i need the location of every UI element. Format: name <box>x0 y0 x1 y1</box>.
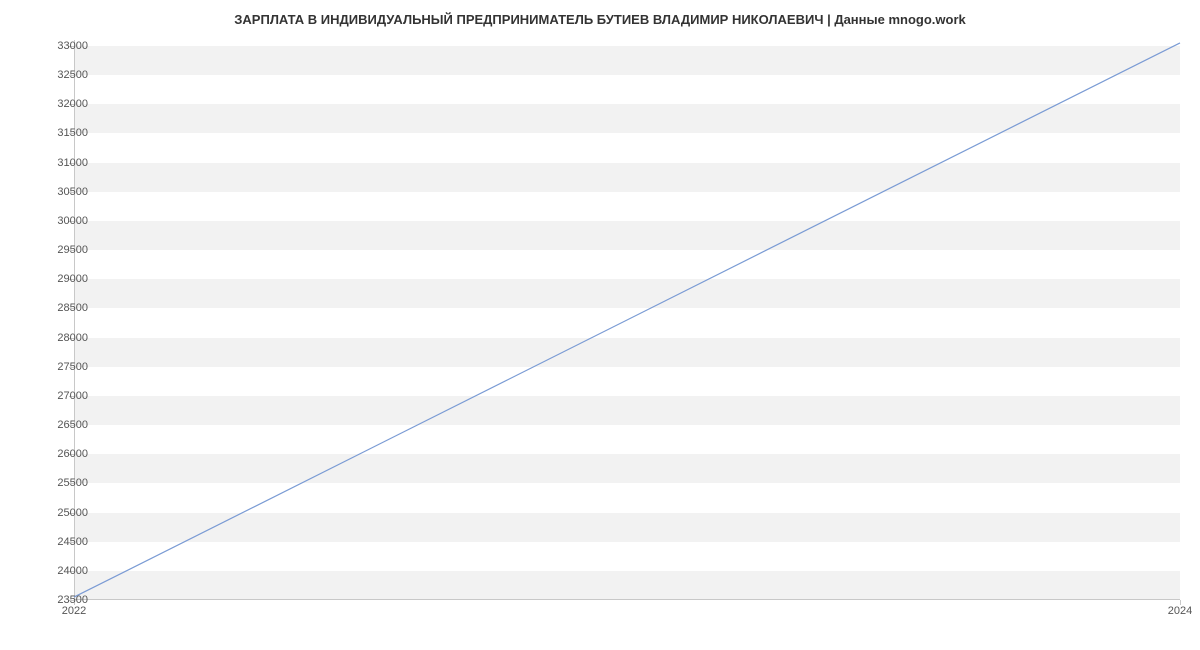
x-tick-label: 2024 <box>1168 605 1192 617</box>
y-tick-label: 26000 <box>38 448 88 460</box>
chart-title: ЗАРПЛАТА В ИНДИВИДУАЛЬНЫЙ ПРЕДПРИНИМАТЕЛ… <box>0 0 1200 35</box>
y-tick-label: 27000 <box>38 390 88 402</box>
x-tick-label: 2022 <box>62 605 86 617</box>
plot-area <box>74 40 1180 600</box>
y-tick-label: 32500 <box>38 69 88 81</box>
y-tick-label: 26500 <box>38 419 88 431</box>
data-line <box>74 43 1180 597</box>
y-tick-label: 29500 <box>38 244 88 256</box>
y-tick-label: 30000 <box>38 215 88 227</box>
y-tick-label: 28500 <box>38 302 88 314</box>
y-tick-label: 24500 <box>38 536 88 548</box>
y-tick-label: 32000 <box>38 98 88 110</box>
y-tick-label: 33000 <box>38 40 88 52</box>
y-tick-label: 25500 <box>38 477 88 489</box>
y-tick-label: 25000 <box>38 507 88 519</box>
y-tick-label: 28000 <box>38 332 88 344</box>
y-tick-label: 27500 <box>38 361 88 373</box>
y-tick-label: 31000 <box>38 157 88 169</box>
y-tick-label: 30500 <box>38 186 88 198</box>
y-tick-label: 31500 <box>38 127 88 139</box>
y-tick-label: 29000 <box>38 273 88 285</box>
y-tick-label: 24000 <box>38 565 88 577</box>
